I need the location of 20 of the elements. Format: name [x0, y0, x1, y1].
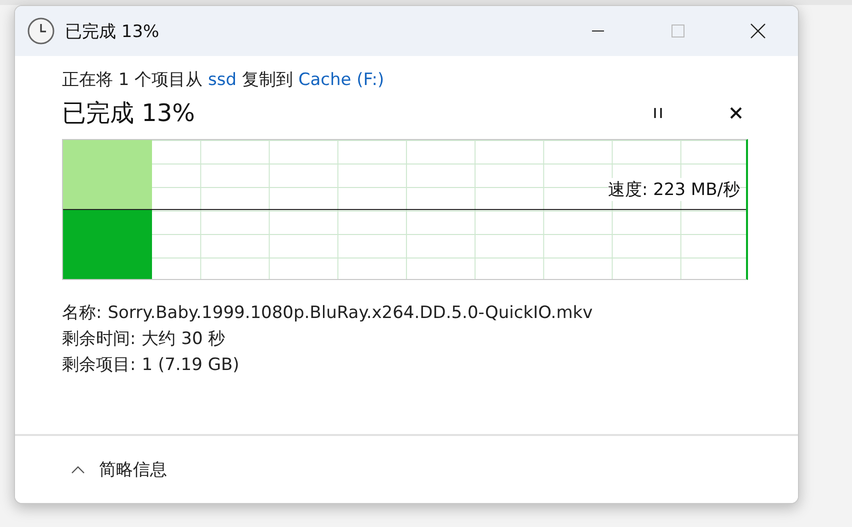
close-icon [729, 106, 743, 120]
minimize-icon [591, 30, 605, 32]
pause-icon [653, 107, 663, 119]
destination-link[interactable]: Cache (F:) [298, 70, 384, 90]
maximize-icon [671, 24, 685, 38]
progress-heading: 已完成 13% [62, 98, 196, 129]
speed-label: 速度: 223 MB/秒 [608, 178, 740, 201]
detail-value: 大约 30 秒 [142, 328, 226, 351]
detail-label: 剩余项目: [62, 354, 136, 377]
copy-description: 正在将 1 个项目从 ssd 复制到 Cache (F:) [62, 69, 386, 91]
detail-label: 名称: [62, 302, 102, 325]
caret-icon [71, 466, 85, 474]
close-icon [750, 23, 766, 39]
detail-label: 剩余时间: [62, 328, 136, 351]
clock-icon [27, 17, 55, 45]
detail-value: 1 (7.19 GB) [142, 354, 240, 377]
details-toggle[interactable]: 简略信息 [67, 454, 171, 485]
window-title: 已完成 13% [65, 20, 160, 42]
detail-value: Sorry.Baby.1999.1080p.BluRay.x264.DD.5.0-QuickIO.mkv [108, 302, 593, 325]
source-link[interactable]: ssd [208, 70, 237, 90]
